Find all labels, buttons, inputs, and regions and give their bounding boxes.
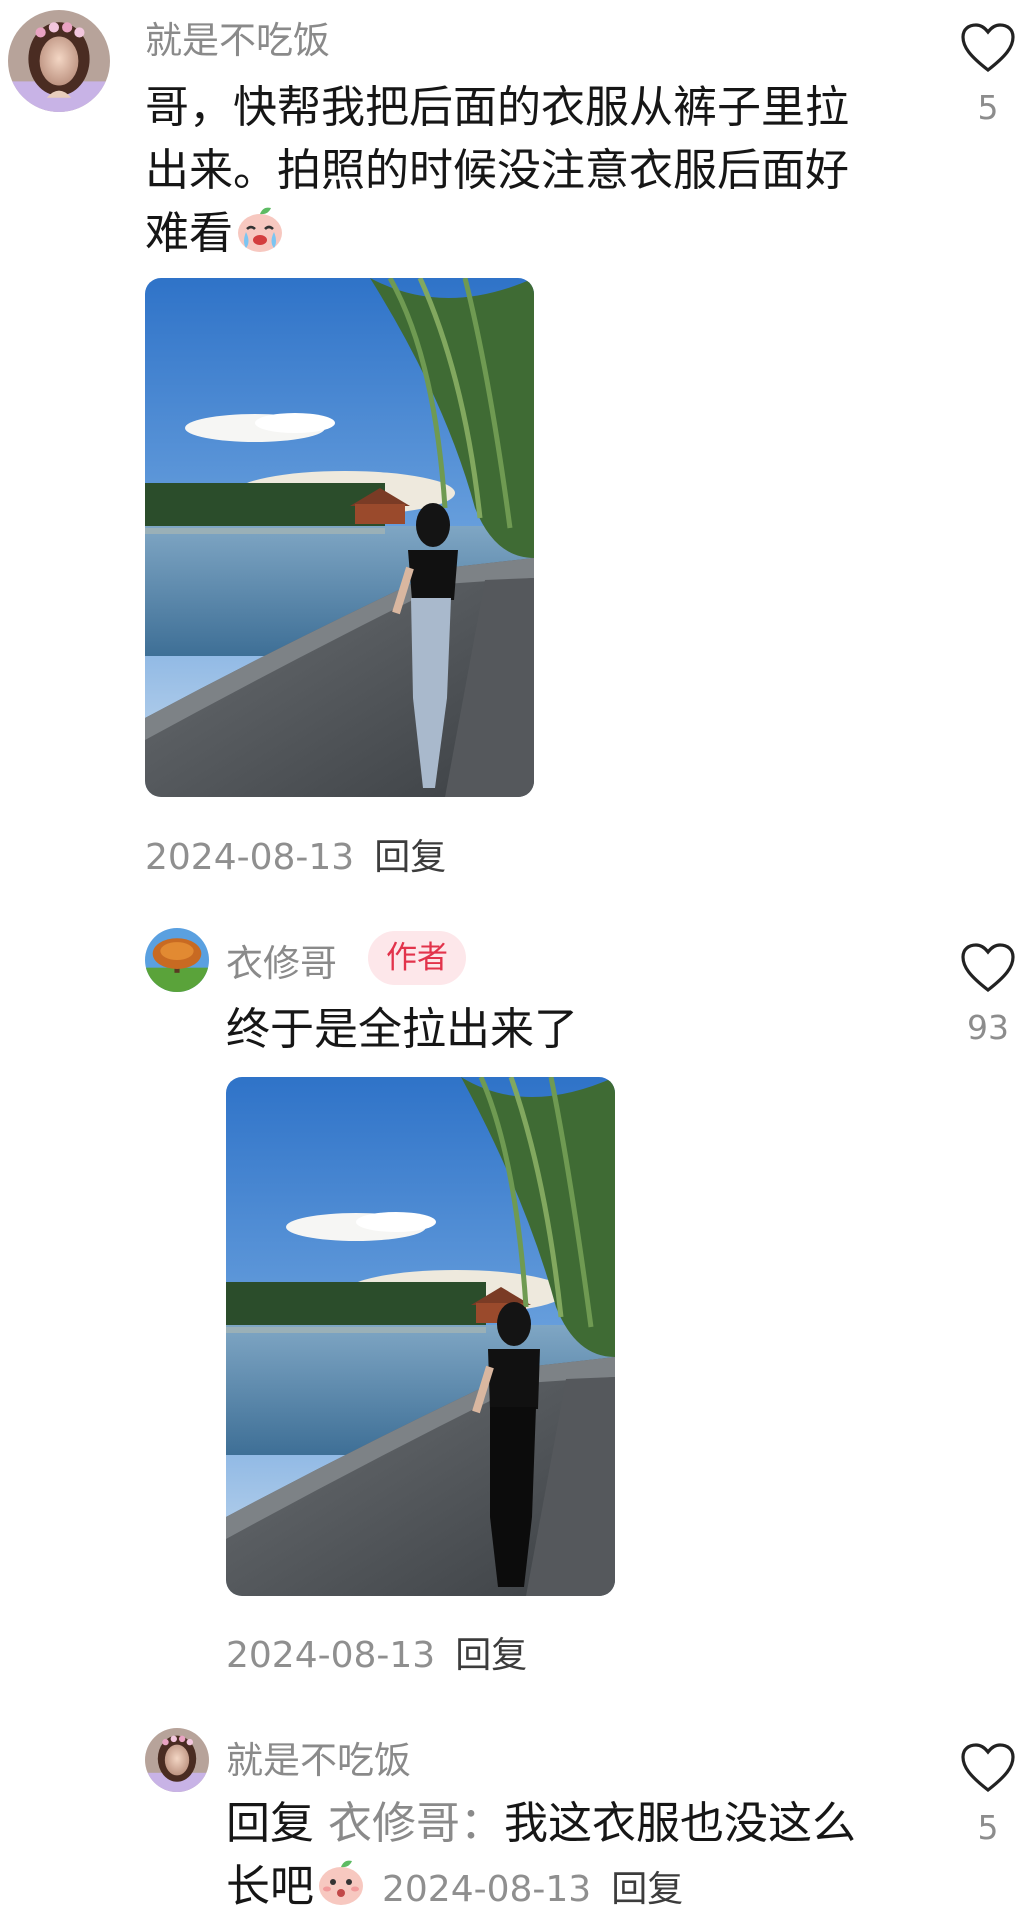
reply-button[interactable]: 回复: [455, 1635, 527, 1676]
author-badge: 作者: [368, 931, 466, 985]
comment-meta: 2024-08-13 回复: [226, 1626, 527, 1678]
username[interactable]: 就是不吃饭: [145, 10, 330, 64]
reply-to-username[interactable]: 衣修哥：: [328, 1798, 504, 1849]
like-count: 93: [967, 1008, 1009, 1047]
comment-text-line: 出来。拍照的时候没注意衣服后面好: [145, 145, 849, 196]
like-button[interactable]: 5: [958, 1742, 1018, 1847]
like-count: 5: [977, 88, 999, 127]
comment-text-line: 哥，快帮我把后面的衣服从裤子里拉: [145, 82, 849, 133]
heart-icon: [961, 943, 1015, 993]
crying-peach-emoji: [233, 202, 287, 273]
reply-button[interactable]: 回复: [611, 1869, 683, 1910]
comment-meta: 2024-08-13 回复: [382, 1869, 683, 1910]
avatar[interactable]: [145, 928, 209, 992]
comment-date: 2024-08-13: [382, 1869, 592, 1910]
untucked-shirt-photo[interactable]: [226, 1077, 615, 1596]
reply-prefix: 回复: [226, 1798, 314, 1849]
username[interactable]: 衣修哥: [226, 933, 337, 987]
heart-icon: [961, 1743, 1015, 1793]
comment-text-line: 回复 衣修哥：我这衣服也没这么: [226, 1798, 856, 1849]
like-button[interactable]: 93: [958, 942, 1018, 1047]
comment-meta: 2024-08-13 回复: [145, 828, 446, 880]
comment-text-line: 难看: [145, 202, 905, 273]
tucked-shirt-photo[interactable]: [145, 278, 534, 797]
avatar[interactable]: [8, 10, 110, 112]
comment-date: 2024-08-13: [145, 837, 355, 878]
avatar[interactable]: [145, 1728, 209, 1792]
comment-date: 2024-08-13: [226, 1635, 436, 1676]
surprised-peach-emoji: [314, 1855, 368, 1926]
like-button[interactable]: 5: [958, 22, 1018, 127]
username[interactable]: 就是不吃饭: [226, 1730, 411, 1784]
heart-icon: [961, 23, 1015, 73]
reply-button[interactable]: 回复: [374, 837, 446, 878]
comment-text-line: 长吧 2024-08-13 回复: [226, 1855, 926, 1926]
comment-text: 回复 衣修哥：我这衣服也没这么 长吧 2024-08-13 回复: [226, 1792, 926, 1926]
like-count: 5: [977, 1808, 999, 1847]
comment-text: 终于是全拉出来了: [226, 1004, 578, 1055]
comment-text: 哥，快帮我把后面的衣服从裤子里拉 出来。拍照的时候没注意衣服后面好 难看: [145, 76, 905, 273]
